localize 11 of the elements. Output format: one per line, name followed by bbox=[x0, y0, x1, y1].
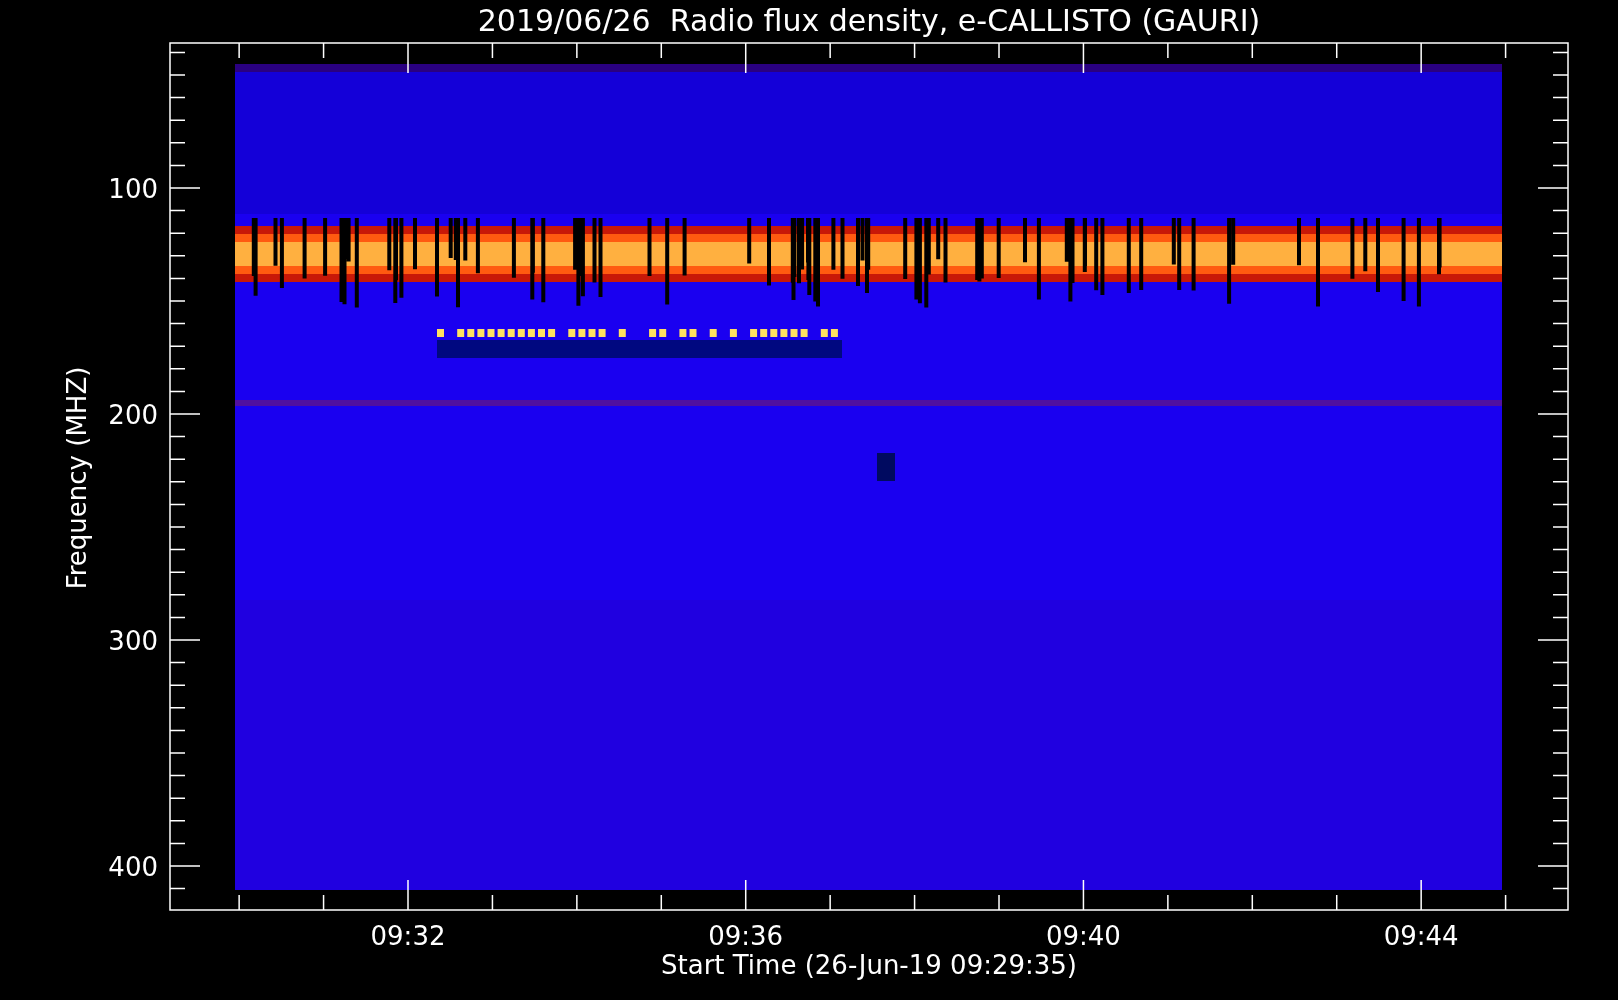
axis-title: Frequency (MHZ) bbox=[62, 366, 92, 590]
tick-label: 200 bbox=[108, 400, 158, 430]
tick-label: 09:36 bbox=[708, 921, 784, 951]
tick-label: 300 bbox=[108, 626, 158, 656]
axis-title: Start Time (26-Jun-19 09:29:35) bbox=[661, 950, 1077, 980]
tick-label: 100 bbox=[108, 174, 158, 204]
tick-label: 09:32 bbox=[370, 921, 446, 951]
chart-title: 2019/06/26 Radio flux density, e-CALLISTO (GAURI) bbox=[477, 3, 1261, 38]
tick-label: 09:40 bbox=[1045, 921, 1121, 951]
tick-label: 400 bbox=[108, 852, 158, 882]
tick-label: 09:44 bbox=[1383, 921, 1459, 951]
